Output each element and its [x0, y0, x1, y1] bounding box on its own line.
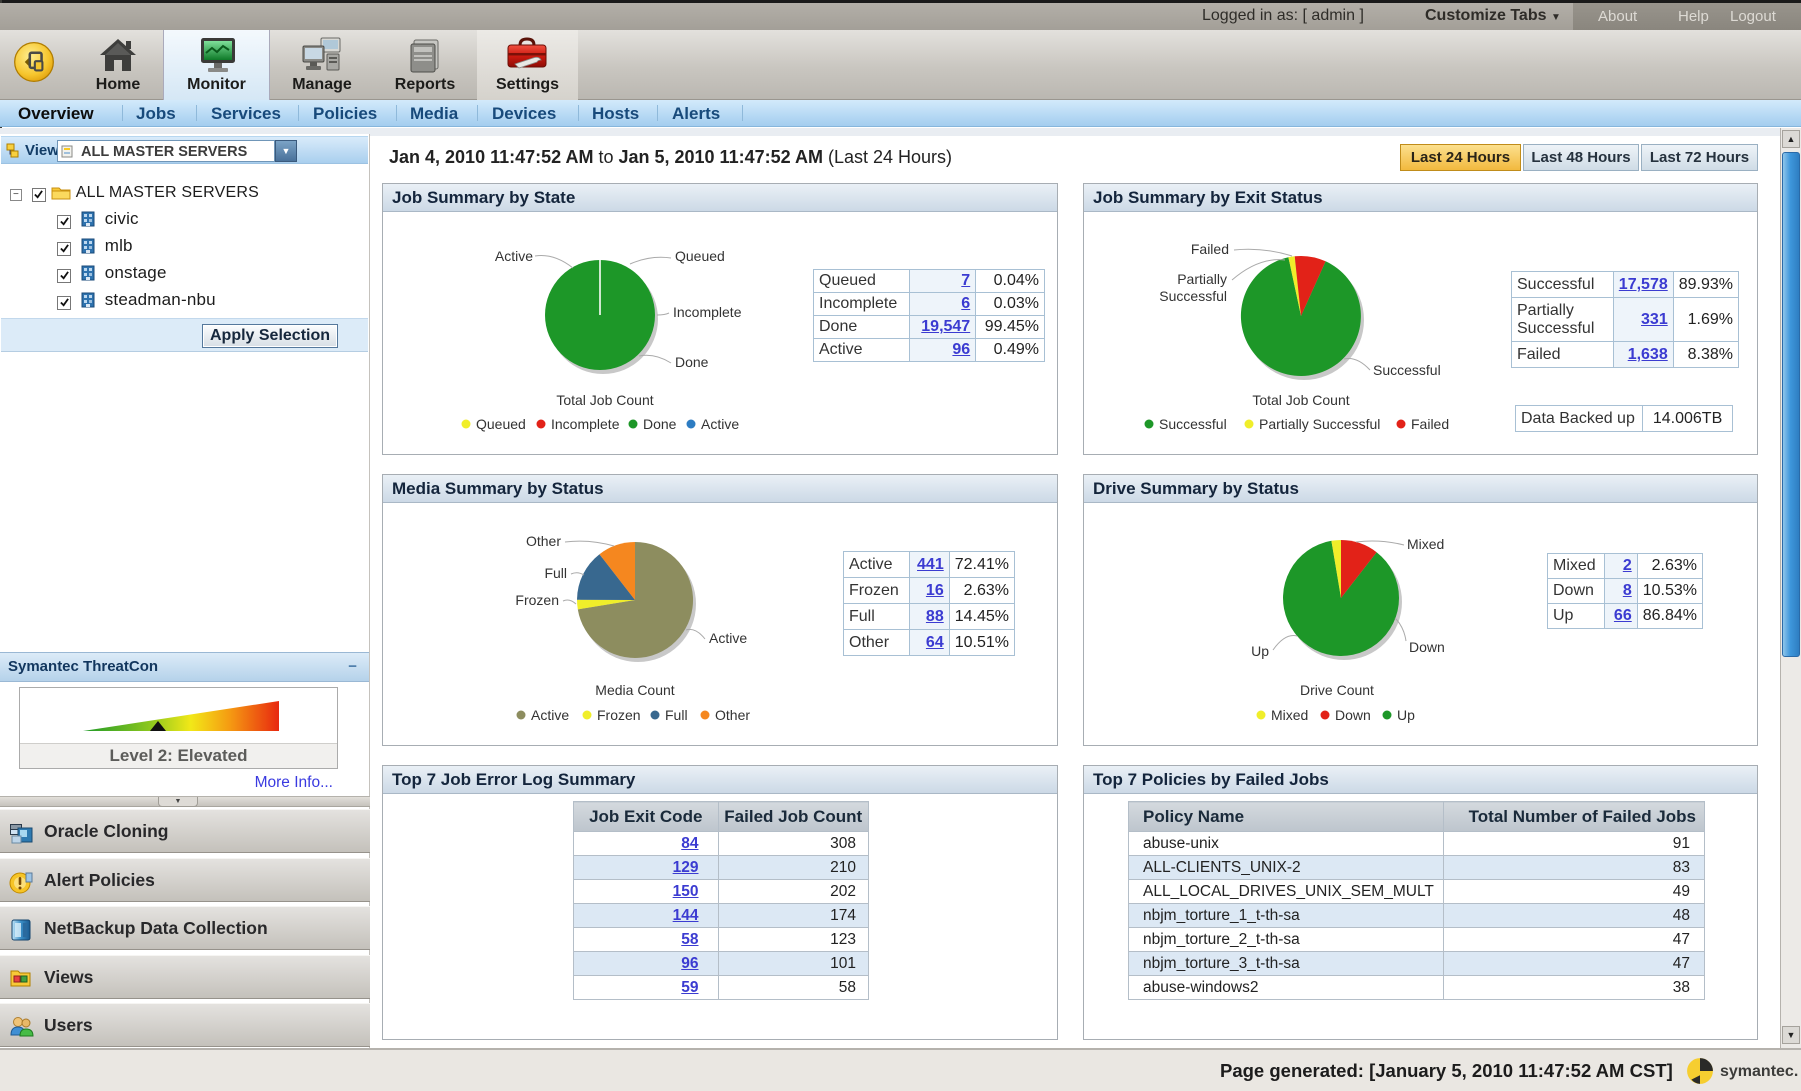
svg-text:Other: Other — [526, 533, 561, 549]
svg-text:Successful: Successful — [1159, 416, 1227, 432]
svg-text:Queued: Queued — [675, 248, 725, 264]
svg-text:Full: Full — [665, 707, 688, 723]
svg-text:Drive Count: Drive Count — [1300, 682, 1374, 698]
svg-text:Failed: Failed — [1411, 416, 1449, 432]
svg-text:Done: Done — [675, 354, 709, 370]
svg-text:Incomplete: Incomplete — [551, 416, 620, 432]
svg-text:Active: Active — [531, 707, 569, 723]
svg-text:Active: Active — [701, 416, 739, 432]
svg-text:Frozen: Frozen — [597, 707, 641, 723]
svg-text:Up: Up — [1251, 643, 1269, 659]
svg-text:Failed: Failed — [1191, 241, 1229, 257]
svg-text:Mixed: Mixed — [1407, 536, 1444, 552]
svg-text:Active: Active — [709, 630, 747, 646]
svg-text:Down: Down — [1335, 707, 1371, 723]
svg-text:Total Job Count: Total Job Count — [556, 392, 653, 408]
svg-text:Done: Done — [643, 416, 677, 432]
svg-text:PartiallySuccessful: PartiallySuccessful — [1159, 271, 1227, 304]
svg-text:Down: Down — [1409, 639, 1445, 655]
svg-text:Media Count: Media Count — [595, 682, 674, 698]
svg-text:Total Job Count: Total Job Count — [1252, 392, 1349, 408]
svg-text:Queued: Queued — [476, 416, 526, 432]
svg-text:Frozen: Frozen — [515, 592, 559, 608]
svg-text:Full: Full — [544, 565, 567, 581]
svg-text:Active: Active — [495, 248, 533, 264]
svg-text:Partially Successful: Partially Successful — [1259, 416, 1380, 432]
svg-text:Successful: Successful — [1373, 362, 1441, 378]
svg-text:Mixed: Mixed — [1271, 707, 1308, 723]
svg-text:Incomplete: Incomplete — [673, 304, 742, 320]
svg-text:Other: Other — [715, 707, 750, 723]
svg-text:Up: Up — [1397, 707, 1415, 723]
